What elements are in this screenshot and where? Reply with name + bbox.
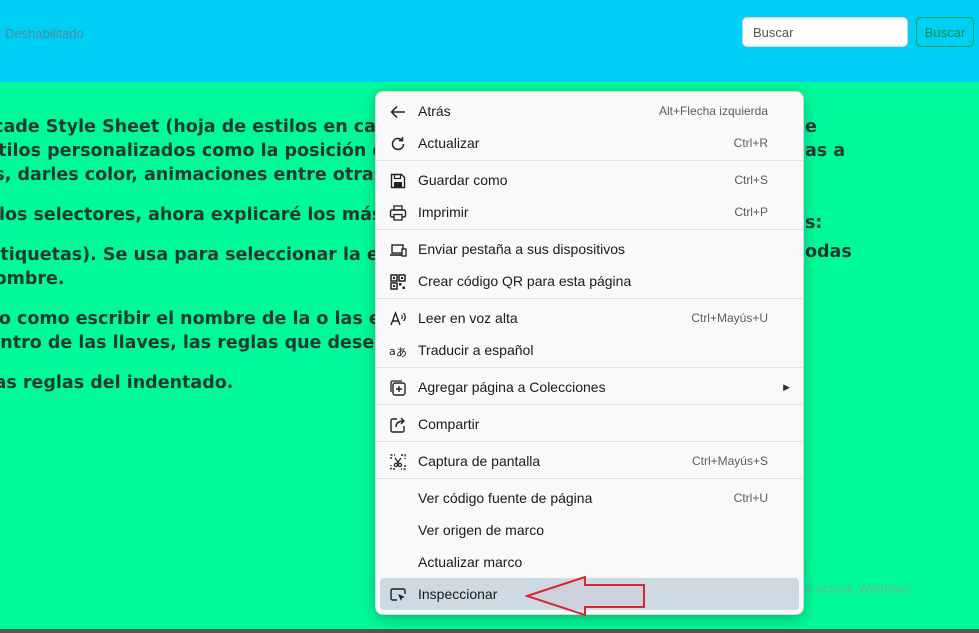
translate-icon: aあ bbox=[389, 342, 407, 360]
menu-item-label: Guardar como bbox=[418, 172, 508, 188]
menu-item-screenshot[interactable]: Captura de pantalla Ctrl+Mayús+S bbox=[376, 445, 803, 477]
menu-separator bbox=[376, 478, 803, 479]
nav-link-disabled: Deshabilitado bbox=[5, 26, 84, 41]
qr-code-icon bbox=[389, 273, 407, 291]
menu-item-label: Atrás bbox=[418, 103, 451, 119]
menu-item-label: Traducir a español bbox=[418, 342, 534, 358]
menu-separator bbox=[376, 298, 803, 299]
menu-item-shortcut: Ctrl+P bbox=[734, 205, 768, 219]
menu-item-translate[interactable]: aあ Traducir a español bbox=[376, 334, 803, 366]
menu-item-shortcut: Alt+Flecha izquierda bbox=[658, 104, 768, 118]
article-line-fragment: s: bbox=[805, 213, 823, 233]
menu-item-print[interactable]: Imprimir Ctrl+P bbox=[376, 196, 803, 228]
menu-item-shortcut: Ctrl+U bbox=[733, 491, 768, 505]
menu-item-shortcut: Ctrl+S bbox=[734, 173, 768, 187]
article-line-fragment: e bbox=[805, 117, 817, 137]
menu-item-share[interactable]: Compartir bbox=[376, 408, 803, 440]
menu-item-label: Agregar página a Colecciones bbox=[418, 379, 606, 395]
inspect-icon bbox=[389, 586, 407, 604]
menu-item-label: Actualizar marco bbox=[418, 554, 523, 570]
menu-separator bbox=[376, 367, 803, 368]
screenshot-icon bbox=[389, 453, 407, 471]
menu-item-label: Captura de pantalla bbox=[418, 453, 541, 469]
collections-icon bbox=[389, 379, 407, 397]
menu-item-label: Enviar pestaña a sus dispositivos bbox=[418, 241, 625, 257]
menu-item-save-as[interactable]: Guardar como Ctrl+S bbox=[376, 164, 803, 196]
printer-icon bbox=[389, 204, 407, 222]
menu-item-qr-code[interactable]: Crear código QR para esta página bbox=[376, 265, 803, 297]
save-icon bbox=[389, 172, 407, 190]
read-aloud-icon bbox=[389, 310, 407, 328]
share-icon bbox=[389, 416, 407, 434]
menu-item-label: Actualizar bbox=[418, 135, 480, 151]
menu-item-shortcut: Ctrl+Mayús+U bbox=[691, 311, 768, 325]
menu-item-refresh[interactable]: Actualizar Ctrl+R bbox=[376, 127, 803, 159]
menu-item-label: Crear código QR para esta página bbox=[418, 273, 632, 289]
menu-item-send-tab[interactable]: Enviar pestaña a sus dispositivos bbox=[376, 233, 803, 265]
refresh-icon bbox=[389, 135, 407, 153]
menu-item-shortcut: Ctrl+R bbox=[733, 136, 768, 150]
menu-item-reload-frame[interactable]: Actualizar marco bbox=[376, 546, 803, 578]
top-navbar: Deshabilitado Buscar bbox=[0, 0, 979, 82]
menu-item-label: Ver código fuente de página bbox=[418, 490, 593, 506]
article-line-fragment: odas bbox=[805, 242, 852, 262]
menu-separator bbox=[376, 160, 803, 161]
menu-item-add-to-collections[interactable]: Agregar página a Colecciones ▶ bbox=[376, 371, 803, 403]
svg-text:a: a bbox=[389, 345, 396, 358]
search-input[interactable] bbox=[742, 17, 908, 47]
menu-separator bbox=[376, 441, 803, 442]
bottom-divider bbox=[0, 629, 979, 633]
menu-item-view-source[interactable]: Ver código fuente de página Ctrl+U bbox=[376, 482, 803, 514]
menu-item-label: Ver origen de marco bbox=[418, 522, 545, 538]
menu-separator bbox=[376, 404, 803, 405]
context-menu: Atrás Alt+Flecha izquierda Actualizar Ct… bbox=[375, 91, 804, 615]
menu-item-view-frame-source[interactable]: Ver origen de marco bbox=[376, 514, 803, 546]
menu-item-back[interactable]: Atrás Alt+Flecha izquierda bbox=[376, 95, 803, 127]
menu-item-shortcut: Ctrl+Mayús+S bbox=[691, 454, 768, 468]
menu-item-label: Leer en voz alta bbox=[418, 310, 518, 326]
search-button[interactable]: Buscar bbox=[916, 17, 974, 47]
menu-item-label: Inspeccionar bbox=[418, 586, 498, 602]
article-line-fragment: as a bbox=[805, 141, 846, 161]
submenu-arrow-icon: ▶ bbox=[783, 381, 790, 392]
menu-item-label: Imprimir bbox=[418, 204, 469, 220]
red-arrow-annotation-icon bbox=[525, 575, 645, 617]
svg-text:あ: あ bbox=[396, 346, 407, 359]
menu-separator bbox=[376, 229, 803, 230]
menu-item-read-aloud[interactable]: Leer en voz alta Ctrl+Mayús+U bbox=[376, 302, 803, 334]
back-arrow-icon bbox=[389, 103, 407, 121]
menu-item-label: Compartir bbox=[418, 416, 480, 432]
send-to-devices-icon bbox=[389, 241, 407, 259]
